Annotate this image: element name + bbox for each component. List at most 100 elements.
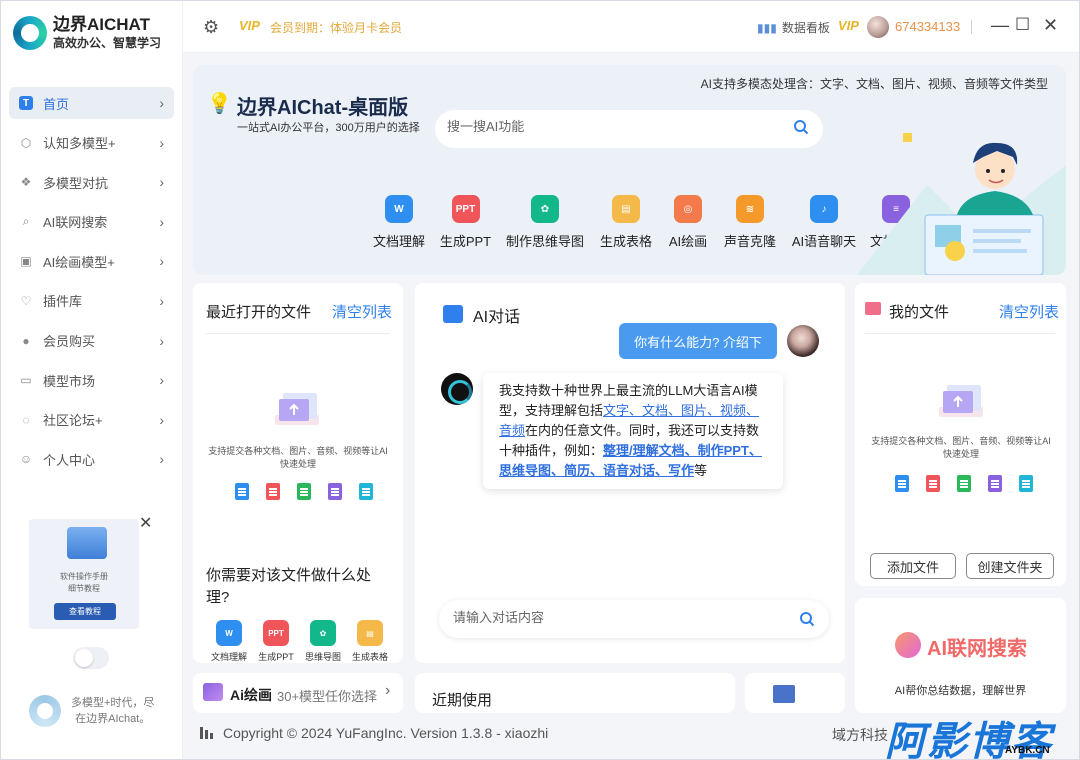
quick-tool-3[interactable]: ▤ 生成表格 <box>350 620 390 663</box>
diamond-grid-icon: ❖ <box>20 175 32 190</box>
sidebar-item-label: AI绘画模型+ <box>43 254 115 270</box>
quick-tool-1[interactable]: PPT 生成PPT <box>256 620 296 663</box>
chevron-right-icon: › <box>159 292 164 309</box>
chat-input[interactable] <box>453 610 783 625</box>
web-search-icon <box>895 632 921 658</box>
quick-tool-label: 思维导图 <box>304 652 341 662</box>
clear-list-button[interactable]: 清空列表 <box>332 301 392 322</box>
bot-message: 我支持数十种世界上最主流的LLM大语言AI模型，支持理解包括文字、文档、图片、视… <box>483 373 783 489</box>
close-window-button[interactable]: ✕ <box>1043 15 1058 36</box>
file-action-question: 你需要对该文件做什么处理? <box>206 567 372 606</box>
vip-badge: VIP <box>838 18 859 33</box>
tool-1[interactable]: PPT 生成PPT <box>435 195 496 250</box>
chevron-right-icon: › <box>159 253 164 270</box>
person-icon: ☺ <box>19 452 33 467</box>
ppt-file-icon <box>926 475 940 492</box>
promo-line-1: 软件操作手册 <box>60 572 108 581</box>
sidebar-item-model-market[interactable]: ▭ 模型市场 › <box>9 364 174 396</box>
search-icon[interactable] <box>799 611 815 627</box>
theme-toggle[interactable] <box>73 647 109 669</box>
upload-illustration <box>939 385 983 417</box>
sidebar-item-home[interactable]: T 首页 › <box>9 87 174 119</box>
image-icon <box>203 683 223 701</box>
chat-title: AI对话 <box>473 309 521 326</box>
dashboard-link[interactable]: ▮▮▮ 数据看板 <box>757 19 830 36</box>
sidebar-item-profile[interactable]: ☺ 个人中心 › <box>9 443 174 475</box>
maximize-button[interactable]: ☐ <box>1015 15 1030 35</box>
tool-label: 生成PPT <box>439 234 492 249</box>
tool-4[interactable]: ◎ AI绘画 <box>662 195 714 250</box>
lightbulb-icon: 💡 <box>207 93 232 115</box>
sidebar-footer-line-1: 多模型+时代，尽 <box>71 697 155 709</box>
web-search-subtitle: AI帮你总结数据，理解世界 <box>894 685 1027 697</box>
member-status[interactable]: 会员到期：体验月卡会员 <box>270 19 402 36</box>
tool-2[interactable]: ✿ 制作思维导图 <box>500 195 590 250</box>
sidebar-item-label: 模型市场 <box>43 373 96 389</box>
quick-tool-icon: W <box>216 620 242 646</box>
tool-5[interactable]: ≋ 声音克隆 <box>718 195 782 250</box>
tool-0[interactable]: W 文档理解 <box>367 195 431 250</box>
chevron-right-icon: › <box>159 372 164 389</box>
upload-illustration <box>275 393 319 425</box>
close-icon[interactable]: ✕ <box>139 513 152 533</box>
create-folder-button[interactable]: 创建文件夹 <box>966 553 1054 579</box>
quick-tool-label: 生成表格 <box>351 652 388 662</box>
tool-label: 生成表格 <box>599 234 652 249</box>
tool-icon: ◎ <box>674 195 702 223</box>
divider <box>865 333 1055 334</box>
vip-badge: VIP <box>239 18 260 33</box>
sidebar-item-plugins[interactable]: ♡ 插件库 › <box>9 285 174 317</box>
recent-files-title: 最近打开的文件 <box>206 304 312 321</box>
hero-subtitle: 一站式AI办公平台，300万用户的选择 <box>237 122 420 134</box>
video-file-icon <box>328 483 342 500</box>
tool-6[interactable]: ♪ AI语音聊天 <box>786 195 862 250</box>
quick-tool-2[interactable]: ✿ 思维导图 <box>303 620 343 663</box>
tool-label: AI绘画 <box>668 234 708 249</box>
avatar[interactable] <box>867 16 889 38</box>
quick-tool-0[interactable]: W 文档理解 <box>209 620 249 663</box>
my-files-title: 我的文件 <box>889 304 950 321</box>
tool-icon: ✿ <box>531 195 559 223</box>
tool-icon: ♪ <box>810 195 838 223</box>
sidebar-footer: 多模型+时代，尽 在边界AIchat。 <box>29 695 154 727</box>
view-tutorial-button[interactable]: 查看教程 <box>54 603 116 620</box>
sidebar-item-model-battle[interactable]: ❖ 多模型对抗 › <box>9 166 174 198</box>
sidebar-item-membership[interactable]: ● 会员购买 › <box>9 325 174 357</box>
minimize-button[interactable]: — <box>991 15 1009 36</box>
quick-tools: W 文档理解 PPT 生成PPT ✿ 思维导图 ▤ 生成表格 <box>209 620 397 663</box>
hero-illustration <box>857 133 1066 275</box>
sidebar-item-label: 认知多模型+ <box>43 136 116 152</box>
sidebar-item-multi-model[interactable]: ⬡ 认知多模型+ › <box>9 127 174 159</box>
chevron-right-icon: › <box>385 682 391 699</box>
web-search-card[interactable]: AI联网搜索 AI帮你总结数据，理解世界 <box>855 598 1066 713</box>
search-icon[interactable] <box>793 119 809 135</box>
image-icon: ▣ <box>20 254 32 269</box>
sidebar-footer-line-2: 在边界AIchat。 <box>75 713 151 725</box>
ai-drawing-card[interactable]: Ai绘画 30+模型任你选择 › <box>193 673 403 713</box>
upload-hint: 支持提交各种文档、图片、音频、视频等让AI 快速处理 <box>871 436 1051 459</box>
gear-icon[interactable]: ⚙ <box>203 17 219 38</box>
quick-tool-icon: ✿ <box>310 620 336 646</box>
quick-tool-icon: ▤ <box>357 620 383 646</box>
hero-banner: AI支持多模态处理含：文字、文档、图片、视频、音频等文件类型 💡 边界AICha… <box>193 65 1066 275</box>
image-file-icon <box>1019 475 1033 492</box>
clear-list-button[interactable]: 清空列表 <box>999 301 1059 322</box>
recent-use-title: 近期使用 <box>432 692 493 709</box>
chevron-right-icon: › <box>159 451 164 468</box>
image-file-icon <box>359 483 373 500</box>
sidebar-item-ai-drawing[interactable]: ▣ AI绘画模型+ › <box>9 245 174 277</box>
tool-3[interactable]: ▤ 生成表格 <box>594 195 658 250</box>
tool-icon: ≋ <box>736 195 764 223</box>
search-icon: ⌕ <box>22 214 30 229</box>
feature-search-input[interactable] <box>447 119 777 134</box>
chat-bubble-icon <box>443 305 463 323</box>
audio-file-icon <box>957 475 971 492</box>
app-logo-icon <box>29 695 61 727</box>
sidebar-item-web-search[interactable]: ⌕ AI联网搜索 › <box>9 206 174 238</box>
add-file-button[interactable]: 添加文件 <box>870 553 956 579</box>
ppt-file-icon <box>266 483 280 500</box>
sidebar-nav: T 首页 › ⬡ 认知多模型+ › ❖ 多模型对抗 › ⌕ AI联网搜索 › ▣ <box>9 87 174 483</box>
sidebar-item-forum[interactable]: ◌ 社区论坛+ › <box>9 404 174 436</box>
cube-icon: ⬡ <box>20 135 32 150</box>
user-id[interactable]: 674334133 <box>895 19 960 34</box>
